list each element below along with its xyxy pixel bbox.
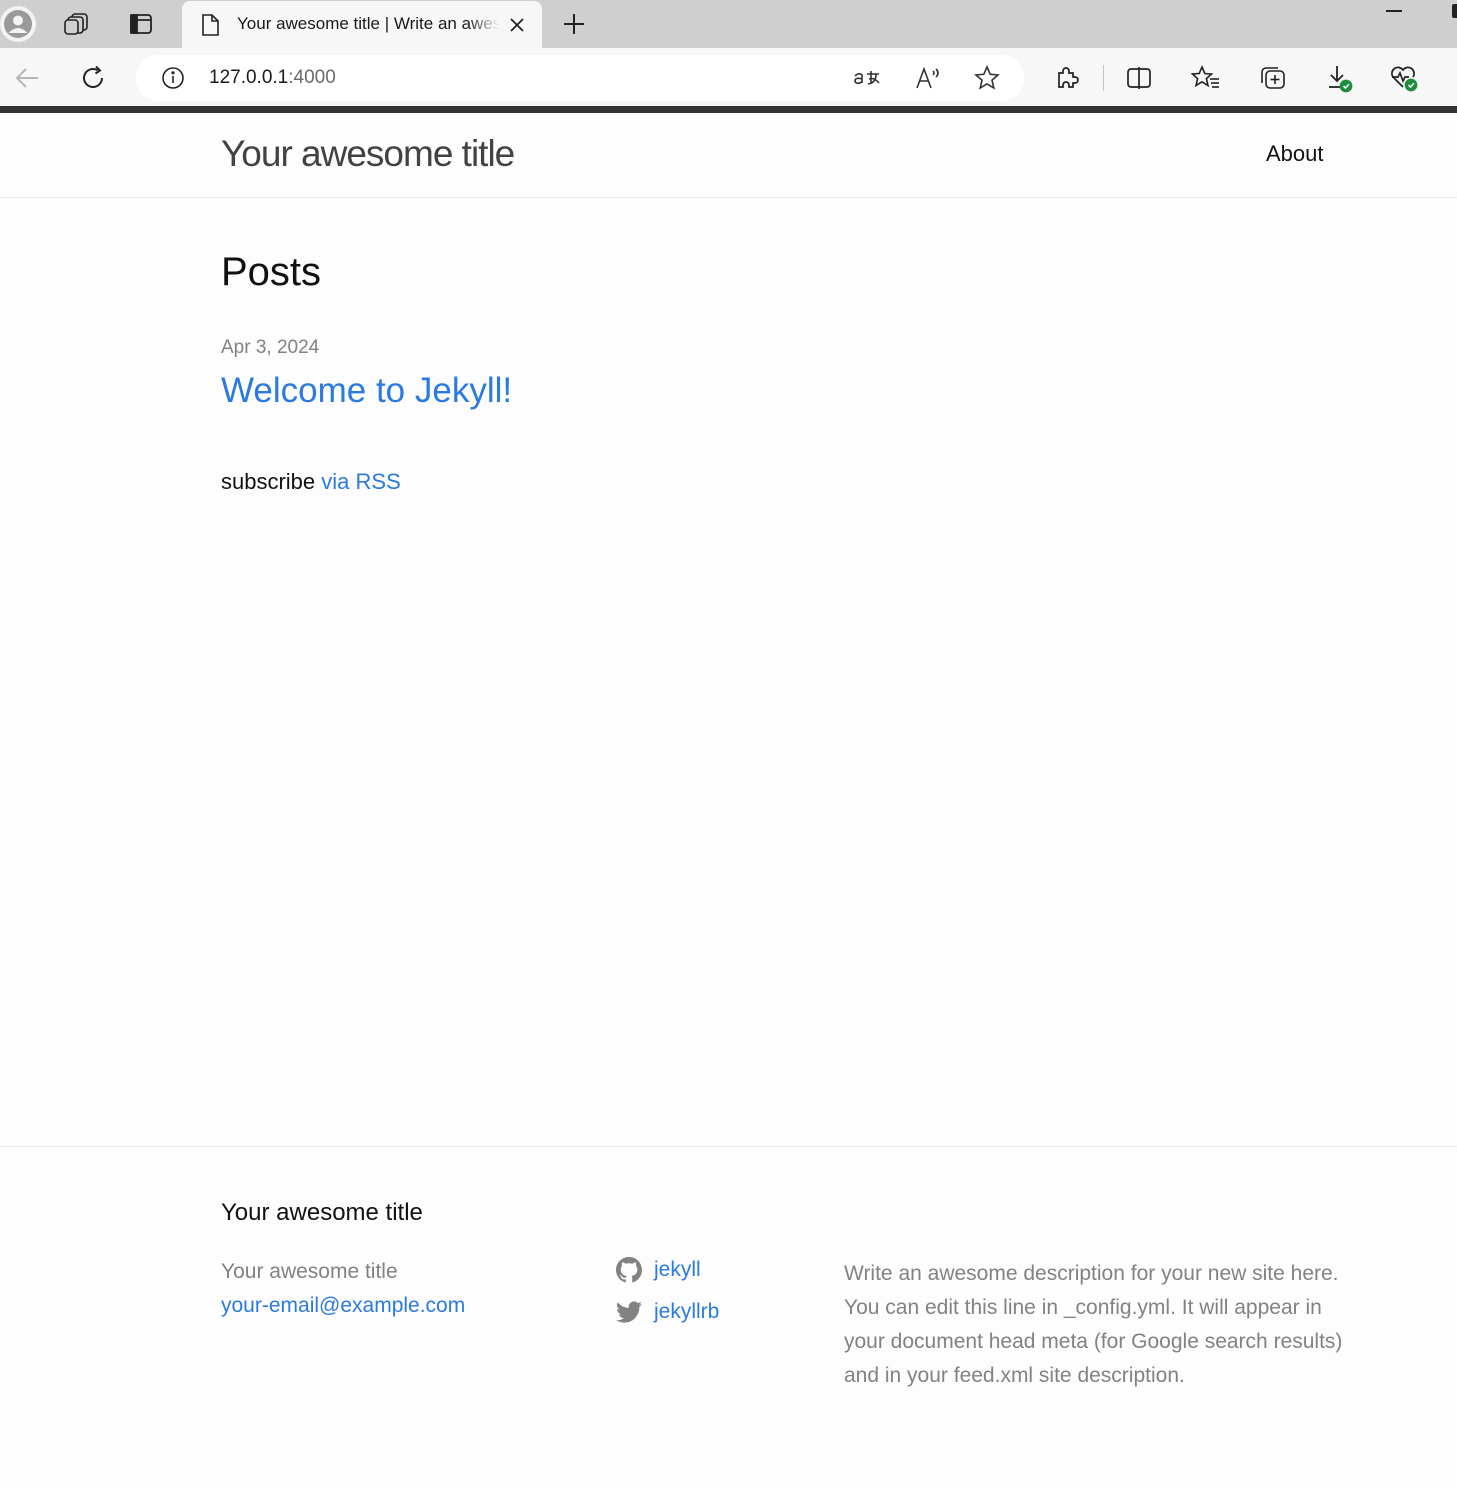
footer-site-name: Your awesome title (221, 1260, 398, 1283)
subscribe-line: subscribe via RSS (221, 469, 401, 495)
info-icon[interactable] (160, 65, 186, 91)
browser-toolbar: 127.0.0.1:4000 (0, 48, 1457, 106)
reload-icon[interactable] (76, 62, 110, 94)
browser-essentials-icon[interactable] (1387, 62, 1421, 94)
site-title-link[interactable]: Your awesome title (221, 133, 515, 175)
url-port: :4000 (288, 67, 336, 88)
site-footer: Your awesome title Your awesome title yo… (0, 1146, 1457, 1489)
new-tab-icon[interactable] (556, 8, 592, 40)
read-aloud-icon[interactable] (912, 62, 946, 94)
browser-tab-bar: Your awesome title | Write an awesome de… (0, 0, 1457, 48)
translate-icon[interactable] (850, 62, 884, 94)
window-edge (1452, 4, 1457, 18)
twitter-link[interactable]: jekyllrb (616, 1299, 719, 1325)
github-username: jekyll (654, 1258, 701, 1281)
footer-heading: Your awesome title (221, 1199, 423, 1226)
page-icon (202, 14, 219, 36)
close-icon[interactable] (505, 13, 529, 37)
workspaces-icon[interactable] (60, 8, 94, 40)
url-host: 127.0.0.1 (209, 67, 289, 88)
tab-title: Your awesome title | Write an awesome de… (237, 14, 499, 33)
url-text[interactable]: 127.0.0.1:4000 (209, 67, 336, 89)
site-description: Write an awesome description for your ne… (844, 1262, 1343, 1387)
twitter-icon (616, 1301, 642, 1323)
posts-heading: Posts (221, 250, 322, 294)
rss-link[interactable]: via RSS (321, 469, 400, 494)
subscribe-text: subscribe (221, 469, 316, 494)
split-screen-icon[interactable] (1122, 62, 1156, 94)
downloads-icon[interactable] (1322, 62, 1356, 94)
nav-about-link[interactable]: About (1266, 141, 1324, 167)
github-link[interactable]: jekyll (616, 1257, 701, 1283)
footer-email-link[interactable]: your-email@example.com (221, 1294, 465, 1318)
post-date: Apr 3, 2024 (221, 337, 320, 358)
back-icon[interactable] (10, 62, 44, 94)
address-bar[interactable]: 127.0.0.1:4000 (136, 55, 1024, 101)
profile-icon[interactable] (0, 6, 36, 42)
vertical-tabs-icon[interactable] (124, 8, 158, 40)
toolbar-separator (1103, 65, 1104, 91)
collections-icon[interactable] (1256, 62, 1290, 94)
active-tab[interactable]: Your awesome title | Write an awesome de… (182, 1, 542, 48)
minimize-button[interactable] (1386, 10, 1402, 12)
extensions-icon[interactable] (1050, 62, 1084, 94)
post-title-link[interactable]: Welcome to Jekyll! (221, 371, 512, 411)
site-header: Your awesome title About (0, 113, 1457, 198)
favorite-star-icon[interactable] (970, 62, 1004, 94)
page-top-border (0, 106, 1457, 113)
favorites-icon[interactable] (1189, 62, 1223, 94)
github-icon (616, 1257, 642, 1283)
twitter-username: jekyllrb (654, 1300, 720, 1323)
